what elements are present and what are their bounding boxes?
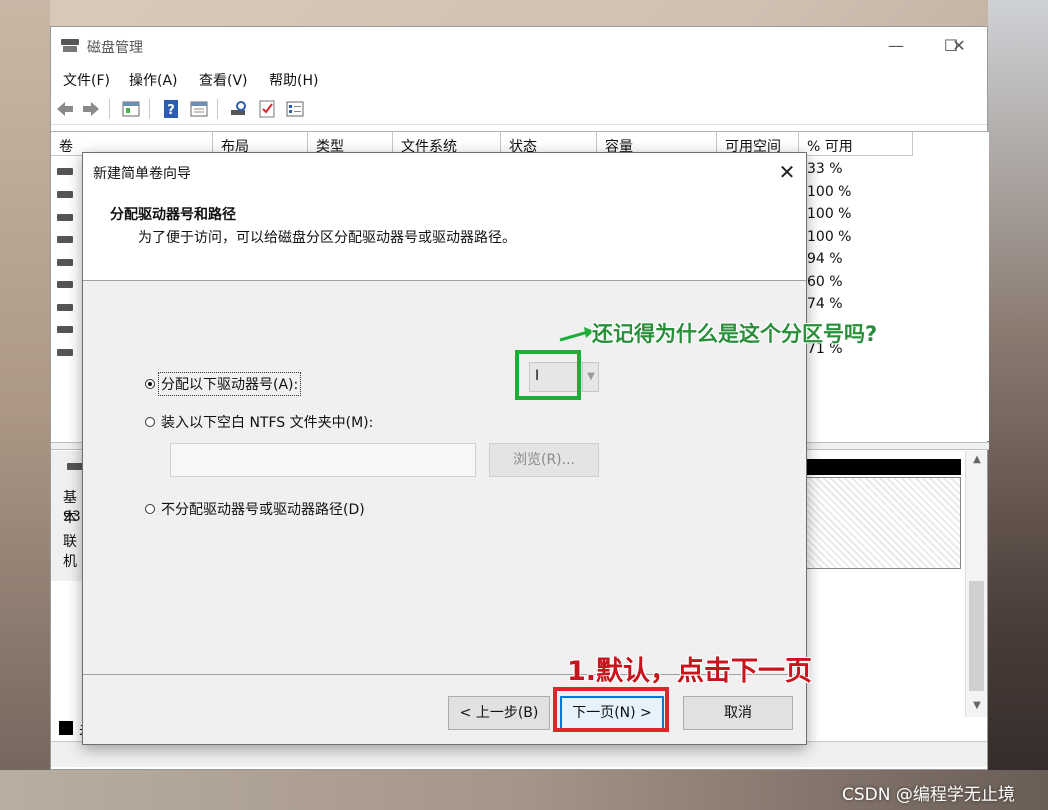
forward-arrow-icon[interactable]	[81, 99, 101, 119]
vertical-scrollbar[interactable]: ▲ ▼	[965, 451, 987, 717]
unallocated-partition[interactable]	[801, 477, 961, 569]
disk-status: 联机	[63, 534, 77, 570]
wizard-heading: 分配驱动器号和路径	[110, 207, 236, 223]
volume-icon	[57, 281, 73, 288]
window-titlebar[interactable]: 磁盘管理 — ☐ ✕	[51, 27, 987, 65]
radio-mount-ntfs-folder[interactable]	[145, 417, 155, 427]
menu-view[interactable]: 查看(V)	[199, 70, 248, 90]
svg-text:?: ?	[167, 103, 175, 118]
annotation-green-highlight	[515, 350, 581, 400]
back-arrow-icon[interactable]	[55, 99, 75, 119]
settings-list-icon[interactable]	[285, 99, 305, 119]
percent-free-cell: 100 %	[807, 229, 852, 245]
disk-management-icon	[61, 37, 79, 53]
scroll-down-icon[interactable]: ▼	[966, 697, 988, 715]
annotation-red-highlight	[553, 687, 669, 732]
volume-icon	[57, 236, 73, 243]
option-mount-ntfs-folder[interactable]: 装入以下空白 NTFS 文件夹中(M):	[145, 411, 375, 433]
percent-free-cell: 100 %	[807, 184, 852, 200]
disk-info-panel: 基本 93 联机	[51, 451, 85, 581]
option-no-drive-letter[interactable]: 不分配驱动器号或驱动器路径(D)	[145, 498, 367, 520]
cancel-button[interactable]: 取消	[683, 696, 793, 730]
browse-button[interactable]: 浏览(R)...	[489, 443, 599, 477]
checklist-icon[interactable]	[257, 99, 277, 119]
volume-icon	[57, 214, 73, 221]
rescan-disk-icon[interactable]	[229, 99, 249, 119]
volume-icon	[57, 349, 73, 356]
menu-bar: 文件(F) 操作(A) 查看(V) 帮助(H)	[51, 65, 987, 93]
scroll-up-icon[interactable]: ▲	[966, 451, 988, 469]
option-assign-drive-letter[interactable]: 分配以下驱动器号(A):	[145, 372, 302, 396]
desktop-background-right	[988, 0, 1048, 810]
radio-assign-drive-letter[interactable]	[145, 379, 155, 389]
volume-icon	[57, 326, 73, 333]
menu-help[interactable]: 帮助(H)	[269, 70, 318, 90]
radio-no-drive-letter[interactable]	[145, 504, 155, 514]
disk-icon	[67, 463, 83, 470]
window-title: 磁盘管理	[87, 40, 143, 56]
percent-free-cell: 74 %	[807, 296, 843, 312]
back-button[interactable]: < 上一步(B)	[448, 696, 550, 730]
percent-free-cell: 100 %	[807, 206, 852, 222]
dialog-close-button[interactable]: ✕	[775, 160, 799, 184]
dialog-titlebar[interactable]: 新建简单卷向导 ✕	[83, 153, 806, 191]
properties-icon[interactable]	[121, 99, 141, 119]
unallocated-partition-bar[interactable]	[801, 459, 961, 475]
desktop-background-left	[0, 0, 50, 810]
volume-icon	[57, 304, 73, 311]
annotation-red-text: 1.默认，点击下一页	[567, 656, 813, 687]
volume-icon	[57, 168, 73, 175]
menu-file[interactable]: 文件(F)	[63, 70, 110, 90]
percent-free-cell: 60 %	[807, 274, 843, 290]
scroll-thumb[interactable]	[969, 581, 984, 691]
menu-action[interactable]: 操作(A)	[129, 70, 178, 90]
csdn-watermark: CSDN @编程学无止境	[842, 785, 1015, 805]
folder-path-input[interactable]	[170, 443, 476, 477]
minimize-button[interactable]: —	[881, 35, 911, 57]
option-none-label: 不分配驱动器号或驱动器路径(D)	[161, 502, 365, 518]
close-window-button[interactable]: ✕	[944, 35, 974, 57]
percent-free-cell: 94 %	[807, 251, 843, 267]
legend-unallocated-swatch	[59, 721, 73, 735]
disk-size: 93	[63, 509, 81, 525]
annotation-green-text: 还记得为什么是这个分区号吗?	[592, 322, 878, 346]
chevron-down-icon[interactable]: ▼	[582, 363, 599, 391]
option-assign-label: 分配以下驱动器号(A):	[157, 372, 302, 396]
option-mount-label: 装入以下空白 NTFS 文件夹中(M):	[161, 415, 374, 431]
dialog-title: 新建简单卷向导	[93, 166, 191, 182]
column-header-percent-free[interactable]: % 可用	[799, 132, 913, 156]
wizard-header: 分配驱动器号和路径 为了便于访问，可以给磁盘分区分配驱动器号或驱动器路径。	[83, 191, 806, 281]
volume-icon	[57, 191, 73, 198]
view-icon[interactable]	[189, 99, 209, 119]
help-icon[interactable]: ?	[161, 99, 181, 119]
wizard-subheading: 为了便于访问，可以给磁盘分区分配驱动器号或驱动器路径。	[138, 230, 516, 246]
toolbar: ?	[51, 93, 987, 125]
percent-free-cell: 33 %	[807, 161, 843, 177]
volume-icon	[57, 259, 73, 266]
